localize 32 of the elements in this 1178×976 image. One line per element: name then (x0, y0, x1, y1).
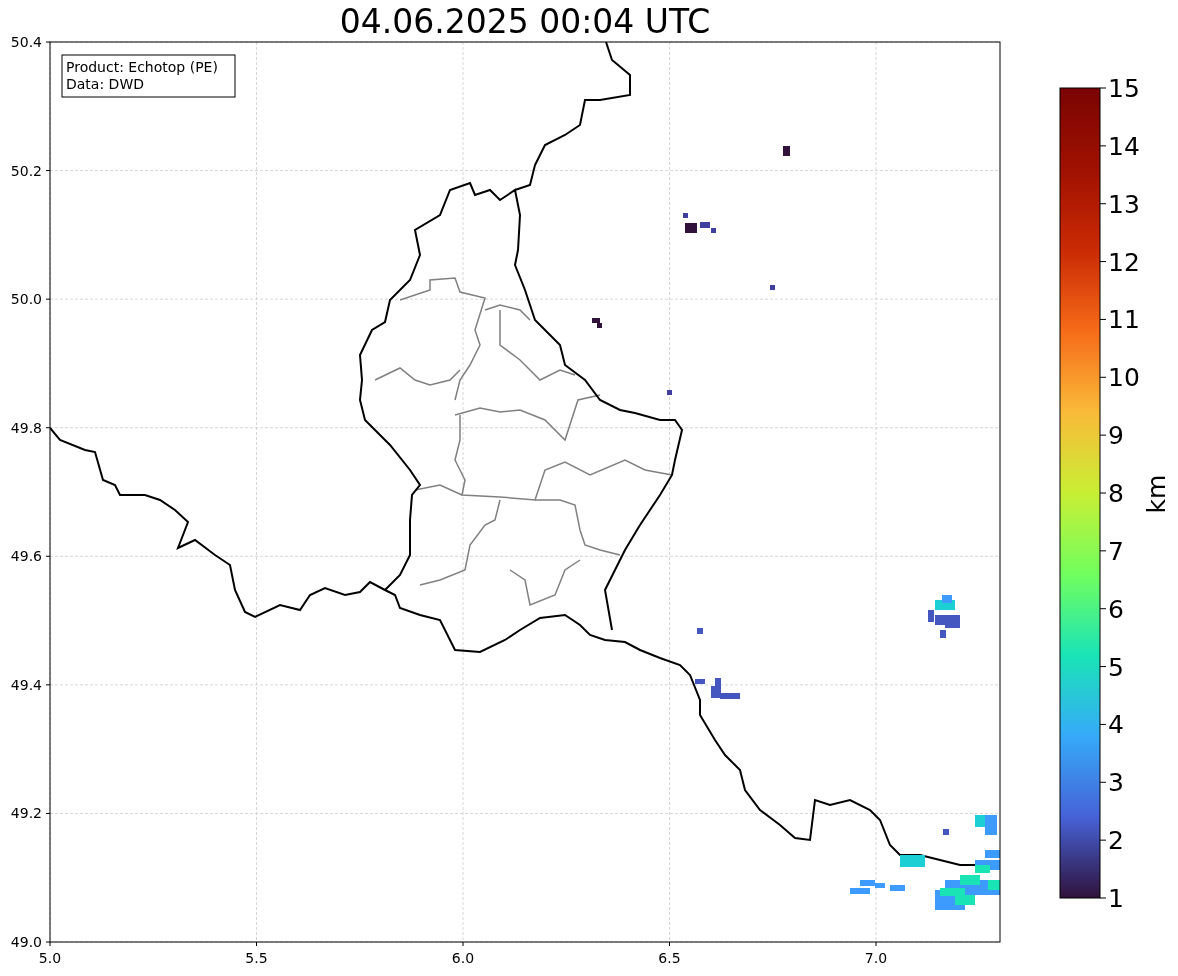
colorbar-tick-label: 2 (1108, 826, 1124, 856)
legend-text: Data: DWD (66, 76, 144, 92)
colorbar-tick-label: 11 (1108, 305, 1140, 335)
colorbar-tick-label: 8 (1108, 479, 1124, 508)
axis-tick-label: 49.6 (10, 548, 42, 565)
colorbar-tick-label: 10 (1108, 363, 1140, 393)
colorbar-tick-label: 15 (1108, 74, 1140, 103)
colorbar-tick-label: 5 (1108, 652, 1124, 682)
colorbar-tick-label: 1 (1108, 884, 1124, 913)
axis-tick-label: 50.2 (10, 162, 42, 179)
axis-tick-label: 6.5 (658, 950, 681, 966)
colorbar-tick-label: 6 (1108, 594, 1124, 624)
colorbar-tick-label: 13 (1108, 189, 1140, 219)
legend-text: Product: Echotop (PE) (66, 59, 218, 75)
colorbar-tick-label: 12 (1108, 247, 1140, 277)
colorbar-tick-label: 9 (1108, 421, 1124, 451)
colorbar-tick-label: 7 (1108, 536, 1124, 566)
colorbar-tick-label: 14 (1108, 131, 1140, 161)
colorbar-tick-label: 3 (1108, 768, 1124, 798)
colorbar-label: km (1142, 474, 1171, 514)
axis-tick-label: 7.0 (864, 950, 888, 966)
axis-tick-label: 50.4 (10, 34, 42, 50)
axis-tick-label: 5.5 (245, 950, 268, 966)
axis-tick-label: 49.0 (10, 934, 42, 950)
axis-tick-label: 49.4 (10, 676, 42, 693)
chart-title: 04.06.2025 00:04 UTC (339, 2, 711, 41)
axis-tick-label: 49.2 (10, 805, 42, 822)
colorbar-tick-label: 4 (1108, 710, 1124, 740)
axis-tick-label: 6.0 (451, 950, 475, 966)
axis-tick-label: 50.0 (10, 291, 42, 308)
axis-tick-label: 49.8 (10, 419, 42, 436)
axis-tick-label: 5.0 (38, 950, 62, 966)
